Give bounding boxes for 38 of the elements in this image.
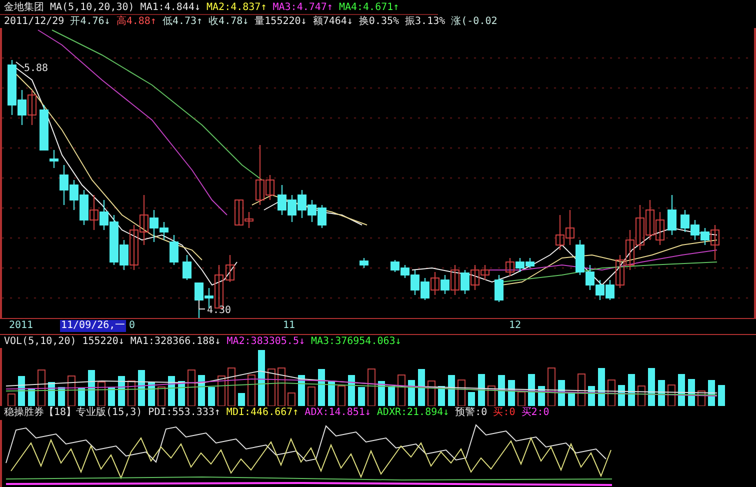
quote-value: 2011/12/29 xyxy=(4,16,64,28)
volume-legend-value: MA2:383305.5↓ xyxy=(226,336,305,348)
quote-value: 高4.88↑ xyxy=(116,16,156,28)
indicator-legend-value: 买:0 xyxy=(493,407,516,419)
indicator-legend-value: 预警:0 xyxy=(455,407,488,419)
indicator-legend-value: PDI:553.333↑ xyxy=(148,407,220,419)
quote-value: MA3:4.747↑ xyxy=(272,2,333,14)
indicator-legend-value: ADX:14.851↓ xyxy=(304,407,371,419)
volume-legend-value: MA1:328366.188↓ xyxy=(130,336,221,348)
quote-value: 换0.35% xyxy=(358,16,400,28)
indicator-legend-value: 买2:0 xyxy=(521,407,550,419)
date-label: 11/09/26,一 xyxy=(60,320,126,332)
date-label: 0 xyxy=(128,320,136,332)
indicator-legend-value: 稳操胜券【18】专业版(15,3) xyxy=(4,407,142,419)
quote-value: 量155220↓ xyxy=(254,16,307,28)
quote-value: 金地集团 xyxy=(4,2,44,14)
quote-value: MA1:4.844↓ xyxy=(140,2,201,14)
low-price-label: 4.30 xyxy=(207,305,232,316)
quote-value: 额7464↓ xyxy=(312,16,353,28)
quote-value: 振3.13% xyxy=(405,16,446,28)
leader-line xyxy=(198,300,206,310)
volume-legend-value: MA3:376954.063↓ xyxy=(311,336,402,348)
quote-value: 收4.78↓ xyxy=(208,16,249,28)
high-price-label: 5.88 xyxy=(24,63,48,74)
quote-value: 涨(-0.02 xyxy=(451,16,498,28)
volume-legend-value: 155220↓ xyxy=(82,336,124,348)
indicator-legend-value: MDI:446.667↑ xyxy=(226,407,299,419)
date-label: 11 xyxy=(282,320,296,332)
leader-line xyxy=(16,62,24,68)
indicator-legend-value: ADXR:21.894↓ xyxy=(376,407,450,419)
quote-value: 开4.76↓ xyxy=(70,16,110,28)
quote-value: MA2:4.837↑ xyxy=(206,2,267,14)
quote-value: 低4.73↑ xyxy=(162,16,203,28)
quote-value: MA4:4.671↑ xyxy=(338,2,400,14)
date-label: 12 xyxy=(508,320,522,332)
date-label: 2011 xyxy=(8,320,34,332)
quote-value: MA(5,10,20,30) xyxy=(50,2,134,14)
volume-legend-value: VOL(5,10,20) xyxy=(4,336,76,348)
